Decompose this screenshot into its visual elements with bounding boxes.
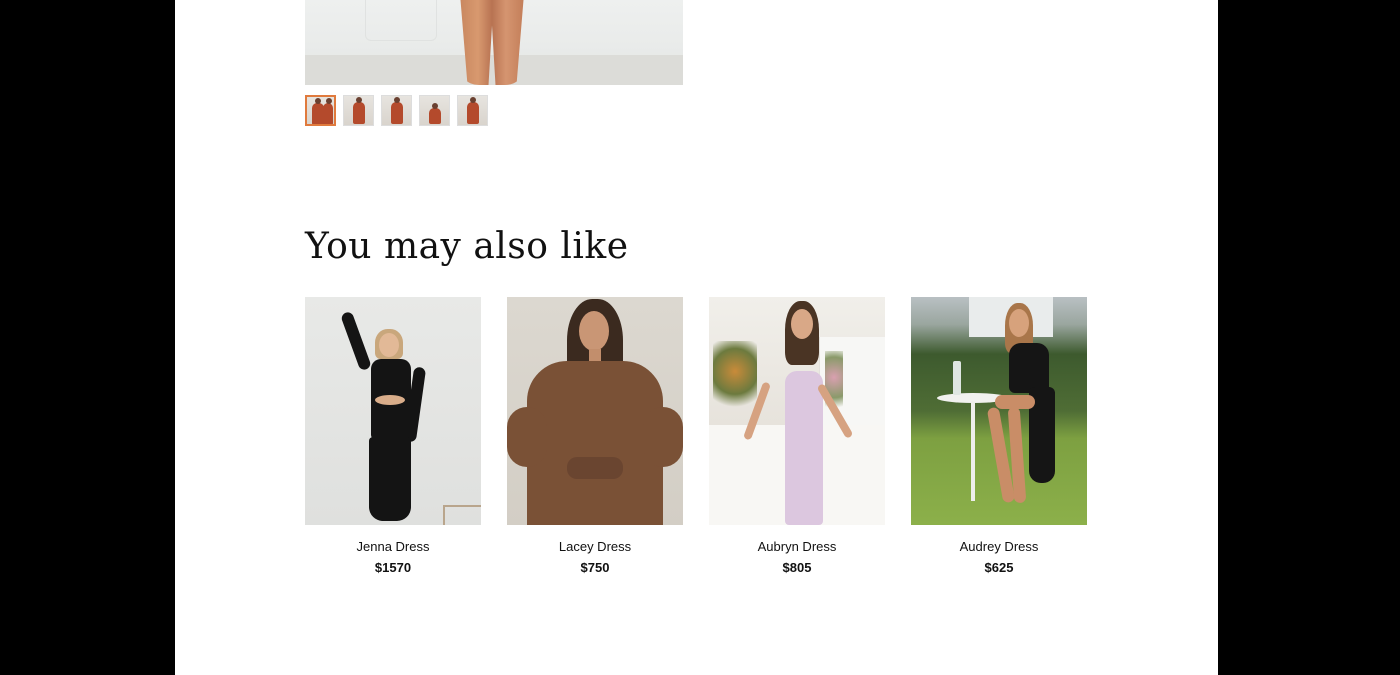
thumbnail-strip (305, 95, 488, 126)
thumbnail-5[interactable] (457, 95, 488, 126)
model-figure (709, 297, 885, 525)
product-card[interactable]: Jenna Dress $1570 (305, 297, 481, 575)
product-image[interactable] (305, 297, 481, 525)
photo-wall-panel (365, 0, 437, 41)
product-price: $805 (782, 560, 812, 575)
product-card[interactable]: Aubryn Dress $805 (709, 297, 885, 575)
model-figure (305, 297, 481, 525)
product-grid: Jenna Dress $1570 Lacey Dress $750 Aubry… (305, 297, 1087, 575)
product-name[interactable]: Audrey Dress (911, 539, 1087, 554)
product-name[interactable]: Jenna Dress (305, 539, 481, 554)
product-price: $1570 (374, 560, 412, 575)
model-figure (507, 297, 683, 525)
thumbnail-3[interactable] (381, 95, 412, 126)
product-image[interactable] (507, 297, 683, 525)
thumbnail-1[interactable] (305, 95, 336, 126)
product-image[interactable] (911, 297, 1087, 525)
product-price: $750 (580, 560, 610, 575)
thumbnail-4[interactable] (419, 95, 450, 126)
model-figure (911, 297, 1087, 525)
product-name[interactable]: Aubryn Dress (709, 539, 885, 554)
product-price: $625 (984, 560, 1014, 575)
product-card[interactable]: Lacey Dress $750 (507, 297, 683, 575)
product-page: You may also like Jenna Dress $1570 Lace… (175, 0, 1218, 675)
product-card[interactable]: Audrey Dress $625 (911, 297, 1087, 575)
product-image[interactable] (709, 297, 885, 525)
product-name[interactable]: Lacey Dress (507, 539, 683, 554)
thumbnail-2[interactable] (343, 95, 374, 126)
main-product-image (305, 0, 683, 85)
section-title: You may also like (305, 226, 629, 267)
